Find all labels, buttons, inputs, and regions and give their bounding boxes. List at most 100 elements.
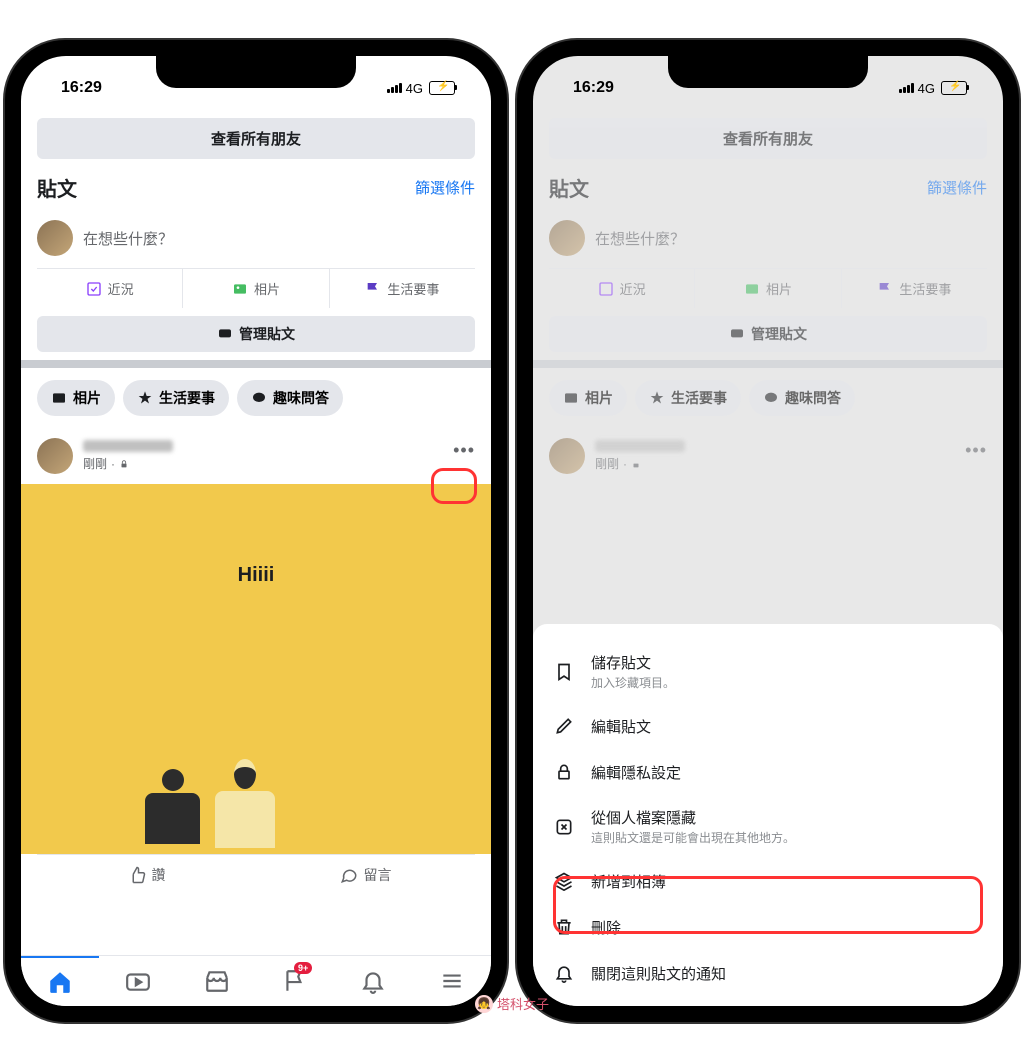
status-time: 16:29 — [573, 79, 614, 97]
post-timestamp: 剛剛 · — [83, 455, 173, 472]
screen-right: 16:29 4G ⚡ 查看所有朋友 貼文 篩選條件 在想些什麼？ 近況 相片 生… — [533, 56, 1003, 1006]
comment-button[interactable]: 留言 — [256, 855, 475, 895]
avatar[interactable] — [549, 220, 585, 256]
composer[interactable]: 在想些什麼？ — [549, 212, 987, 264]
filter-link[interactable]: 篩選條件 — [415, 177, 475, 198]
illustration — [21, 754, 491, 854]
pill-life-event[interactable]: 生活要事 — [635, 380, 741, 416]
tab-bar: 9+ — [21, 955, 491, 1006]
avatar[interactable] — [37, 220, 73, 256]
video-icon — [125, 968, 151, 994]
composer-prompt[interactable]: 在想些什麼？ — [595, 228, 685, 249]
photo-icon — [563, 390, 579, 406]
flag-icon — [365, 281, 381, 297]
tab-marketplace[interactable] — [178, 956, 256, 1006]
divider — [21, 360, 491, 368]
highlight-delete — [553, 876, 983, 934]
highlight-more-button — [431, 468, 477, 504]
bookmark-icon — [553, 661, 575, 683]
status-time: 16:29 — [61, 79, 102, 97]
composer-status[interactable]: 近況 — [549, 269, 695, 308]
battery-icon: ⚡ — [941, 81, 967, 95]
screen-left: 16:29 4G ⚡ 查看所有朋友 貼文 篩選條件 在想些什麼？ 近況 相片 生… — [21, 56, 491, 1006]
composer-life-event[interactable]: 生活要事 — [330, 269, 475, 308]
sheet-privacy[interactable]: 編輯隱私設定 — [533, 749, 1003, 795]
flag-icon — [877, 281, 893, 297]
manage-posts-button[interactable]: 管理貼文 — [37, 316, 475, 352]
signal-icon — [387, 83, 402, 93]
thumb-icon — [128, 866, 146, 884]
pill-life-event[interactable]: 生活要事 — [123, 380, 229, 416]
lock-icon — [553, 761, 575, 783]
watermark: 👧塔科女子 — [475, 994, 549, 1013]
lock-icon — [631, 459, 641, 469]
composer-life-event[interactable]: 生活要事 — [842, 269, 987, 308]
x-square-icon — [553, 816, 575, 838]
manage-posts-button[interactable]: 管理貼文 — [549, 316, 987, 352]
chat-icon — [217, 326, 233, 342]
posts-title: 貼文 — [37, 173, 77, 202]
post-image[interactable]: Hiiii — [21, 484, 491, 854]
post-header: 剛剛 · ••• — [37, 428, 475, 484]
tab-groups[interactable]: 9+ — [256, 956, 334, 1006]
home-icon — [47, 969, 73, 995]
shop-icon — [204, 968, 230, 994]
tab-home[interactable] — [21, 956, 99, 1006]
chat-icon — [251, 390, 267, 406]
pill-qa[interactable]: 趣味問答 — [237, 380, 343, 416]
composer-status[interactable]: 近況 — [37, 269, 183, 308]
sheet-save[interactable]: 儲存貼文加入珍藏項目。 — [533, 640, 1003, 703]
bell-icon — [360, 968, 386, 994]
post-author-redacted — [83, 440, 173, 452]
post-avatar[interactable] — [37, 438, 73, 474]
badge: 9+ — [294, 962, 312, 974]
composer-prompt[interactable]: 在想些什麼？ — [83, 228, 173, 249]
post-avatar[interactable] — [549, 438, 585, 474]
like-button[interactable]: 讚 — [37, 855, 256, 895]
notch — [156, 56, 356, 88]
photo-icon — [232, 281, 248, 297]
sheet-edit[interactable]: 編輯貼文 — [533, 703, 1003, 749]
network-label: 4G — [406, 81, 423, 96]
pill-photo[interactable]: 相片 — [37, 380, 115, 416]
post-timestamp: 剛剛 · — [595, 455, 685, 472]
action-sheet: 儲存貼文加入珍藏項目。 編輯貼文 編輯隱私設定 從個人檔案隱藏這則貼文還是可能會… — [533, 624, 1003, 1006]
comment-icon — [340, 866, 358, 884]
photo-icon — [51, 390, 67, 406]
view-all-friends-button[interactable]: 查看所有朋友 — [549, 118, 987, 159]
post-text: Hiiii — [238, 564, 275, 587]
star-icon — [649, 390, 665, 406]
post-more-button[interactable]: ••• — [453, 440, 475, 461]
battery-icon: ⚡ — [429, 81, 455, 95]
post-author-redacted — [595, 440, 685, 452]
edit-icon — [598, 281, 614, 297]
edit-icon — [86, 281, 102, 297]
notch — [668, 56, 868, 88]
photo-icon — [744, 281, 760, 297]
view-all-friends-button[interactable]: 查看所有朋友 — [37, 118, 475, 159]
phone-left: 16:29 4G ⚡ 查看所有朋友 貼文 篩選條件 在想些什麼？ 近況 相片 生… — [5, 40, 507, 1022]
composer-photo[interactable]: 相片 — [695, 269, 841, 308]
filter-link[interactable]: 篩選條件 — [927, 177, 987, 198]
pill-photo[interactable]: 相片 — [549, 380, 627, 416]
post-more-button[interactable]: ••• — [965, 440, 987, 461]
composer[interactable]: 在想些什麼？ — [37, 212, 475, 264]
chat-icon — [729, 326, 745, 342]
bell-icon — [553, 962, 575, 984]
status-right: 4G ⚡ — [387, 81, 455, 96]
tab-notifications[interactable] — [334, 956, 412, 1006]
star-icon — [137, 390, 153, 406]
tab-watch[interactable] — [99, 956, 177, 1006]
sheet-notifications-off[interactable]: 關閉這則貼文的通知 — [533, 950, 1003, 996]
network-label: 4G — [918, 81, 935, 96]
status-right: 4G ⚡ — [899, 81, 967, 96]
lock-icon — [119, 459, 129, 469]
sheet-hide[interactable]: 從個人檔案隱藏這則貼文還是可能會出現在其他地方。 — [533, 795, 1003, 858]
chat-icon — [763, 390, 779, 406]
divider — [533, 360, 1003, 368]
posts-title: 貼文 — [549, 173, 589, 202]
phone-right: 16:29 4G ⚡ 查看所有朋友 貼文 篩選條件 在想些什麼？ 近況 相片 生… — [517, 40, 1019, 1022]
composer-photo[interactable]: 相片 — [183, 269, 329, 308]
pill-qa[interactable]: 趣味問答 — [749, 380, 855, 416]
pencil-icon — [553, 715, 575, 737]
